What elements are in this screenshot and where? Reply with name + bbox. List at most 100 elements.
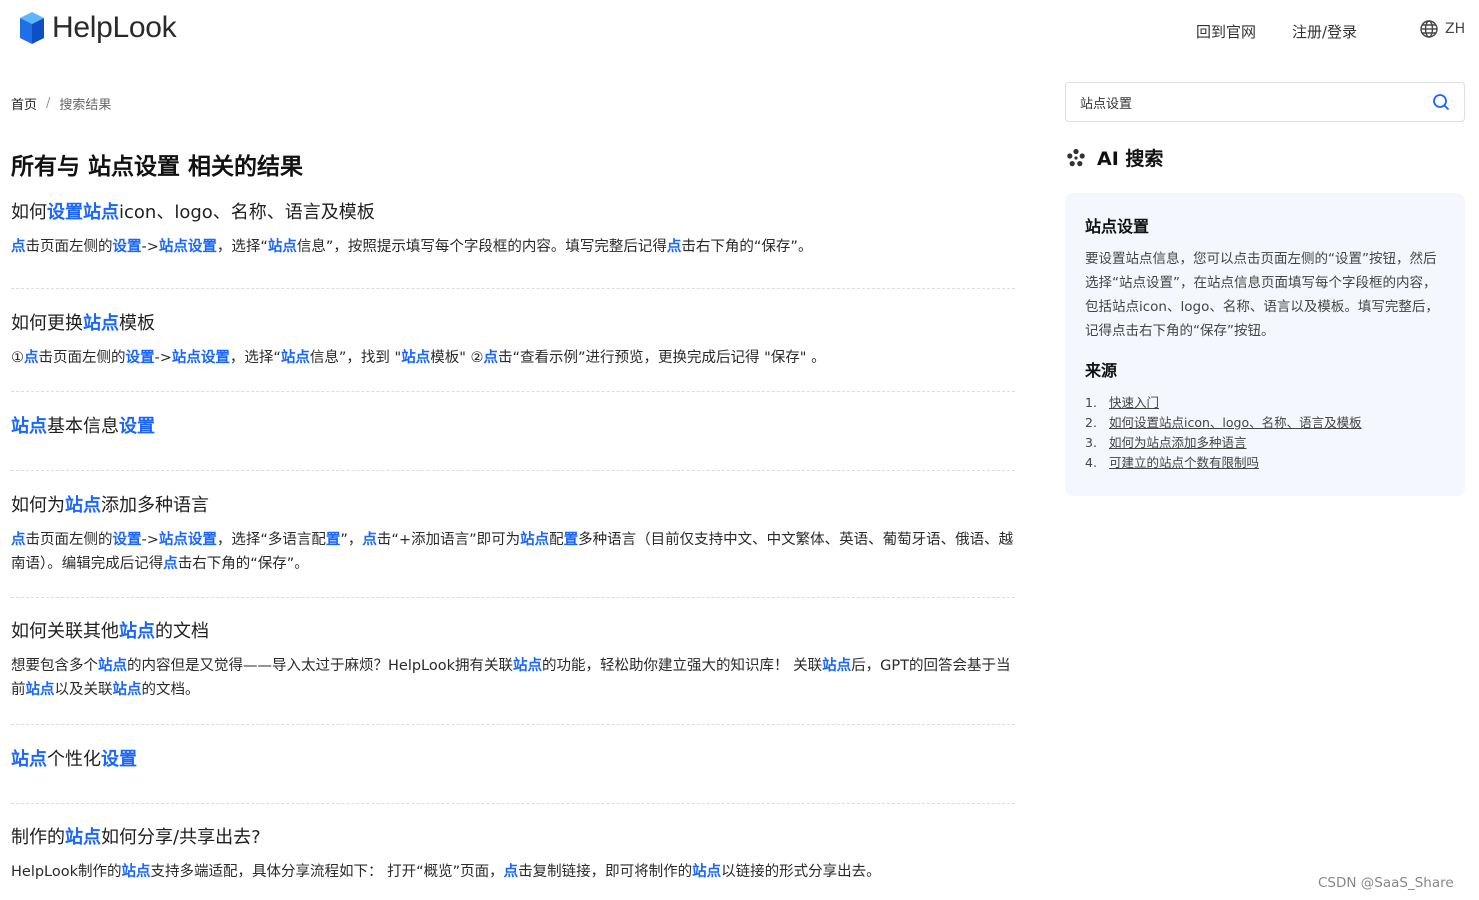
text-segment: 如何为 (11, 495, 65, 516)
text-segment: ，选择“ (216, 239, 268, 255)
keyword-highlight: 站点 (25, 682, 55, 698)
keyword-highlight: 置 (563, 532, 579, 548)
keyword-highlight: 站点 (11, 416, 47, 437)
source-item: 2. 如何设置站点icon、logo、名称、语言及模板 (1085, 413, 1445, 433)
source-link[interactable]: 如何设置站点icon、logo、名称、语言及模板 (1109, 413, 1362, 433)
text-segment: 击页面左侧的 (38, 350, 126, 366)
result-snippet: 点击页面左侧的设置->站点设置，选择“站点信息”，按照提示填写每个字段框的内容。… (11, 235, 1015, 259)
keyword-highlight: 站点 (83, 313, 119, 334)
ai-search-heading: AI 搜索 (1066, 144, 1163, 171)
keyword-highlight: 点 (483, 350, 498, 366)
nav-back-to-site[interactable]: 回到官网 (1196, 21, 1256, 42)
source-link[interactable]: 可建立的站点个数有限制吗 (1109, 453, 1259, 473)
nav-register-login[interactable]: 注册/登录 (1292, 21, 1357, 42)
source-item: 4. 可建立的站点个数有限制吗 (1085, 453, 1445, 473)
text-segment: 模板" ② (430, 350, 484, 366)
helplook-logo[interactable]: HelpLook (18, 10, 177, 46)
globe-icon (1420, 20, 1438, 38)
result-snippet: 点击页面左侧的设置->站点设置，选择“多语言配置”，点击“+添加语言”即可为站点… (11, 528, 1015, 576)
text-segment: -> (141, 239, 159, 255)
text-segment: 支持多端适配，具体分享流程如下： 打开“概览”页面， (150, 864, 504, 880)
text-segment: 击页面左侧的 (25, 532, 113, 548)
breadcrumb-separator: / (46, 96, 51, 111)
text-segment: HelpLook制作的 (11, 864, 122, 880)
text-segment: 如何更换 (11, 313, 83, 334)
keyword-highlight: 置 (325, 532, 341, 548)
result-item[interactable]: 如何更换站点模板 ①点击页面左侧的设置->站点设置，选择“站点信息”，找到 "站… (11, 289, 1015, 392)
text-segment: 如何 (11, 202, 47, 223)
text-segment: 的内容但是又觉得——导入太过于麻烦？HelpLook拥有关联 (127, 658, 514, 674)
result-title[interactable]: 站点个性化设置 (11, 747, 1015, 773)
top-header: HelpLook 回到官网 注册/登录 ZH (0, 0, 1479, 62)
text-segment: ，选择“多语言配 (216, 532, 326, 548)
keyword-highlight: 站点 (98, 658, 127, 674)
text-segment: icon、logo、名称、语言及模板 (119, 202, 375, 223)
keyword-highlight: 站点 (822, 658, 852, 674)
keyword-highlight: 站点 (513, 658, 543, 674)
search-icon[interactable] (1432, 93, 1450, 111)
keyword-highlight: 站点设置 (158, 532, 217, 548)
keyword-highlight: 站点 (520, 532, 550, 548)
ai-sparkle-icon (1067, 148, 1085, 166)
keyword-highlight: 站点 (267, 239, 297, 255)
text-segment: 配 (549, 532, 564, 548)
text-segment: 击右下角的“保存”。 (681, 239, 813, 255)
source-item: 1. 快速入门 (1085, 393, 1445, 413)
text-segment: 击复制链接，即可将制作的 (518, 864, 693, 880)
keyword-highlight: 站点 (121, 864, 151, 880)
text-segment: 想要包含多个 (11, 658, 98, 674)
result-item[interactable]: 如何为站点添加多种语言 点击页面左侧的设置->站点设置，选择“多语言配置”，点击… (11, 471, 1015, 598)
text-segment: 信息”，找到 " (309, 350, 402, 366)
text-segment: 如何分享/共享出去? (101, 827, 261, 848)
result-title[interactable]: 如何更换站点模板 (11, 311, 1015, 337)
keyword-highlight: 设置 (112, 239, 142, 255)
search-box[interactable] (1065, 82, 1465, 122)
source-link[interactable]: 快速入门 (1109, 393, 1159, 413)
text-segment: 击“查看示例”进行预览，更换完成后记得 "保存" 。 (497, 350, 826, 366)
text-segment: 的文档 (155, 621, 209, 642)
text-segment: 击“+添加语言”即可为 (376, 532, 521, 548)
keyword-highlight: 设置站点 (47, 202, 119, 223)
result-title[interactable]: 如何为站点添加多种语言 (11, 493, 1015, 519)
page-title: 所有与 站点设置 相关的结果 (11, 154, 304, 180)
result-title[interactable]: 如何关联其他站点的文档 (11, 619, 1015, 645)
breadcrumb-home[interactable]: 首页 (11, 94, 37, 113)
keyword-highlight: 站点 (692, 864, 722, 880)
keyword-highlight: 站点 (11, 749, 47, 770)
watermark: CSDN @SaaS_Share (1318, 875, 1454, 891)
result-item[interactable]: 制作的站点如何分享/共享出去? HelpLook制作的站点支持多端适配，具体分享… (11, 804, 1015, 894)
search-input[interactable] (1080, 94, 1432, 110)
ai-answer-title: 站点设置 (1085, 217, 1150, 236)
result-title[interactable]: 站点基本信息设置 (11, 414, 1015, 440)
keyword-highlight: 站点 (65, 827, 101, 848)
result-title[interactable]: 制作的站点如何分享/共享出去? (11, 825, 1015, 851)
result-item[interactable]: 如何设置站点icon、logo、名称、语言及模板 点击页面左侧的设置->站点设置… (11, 200, 1015, 289)
text-segment: 个性化 (47, 749, 101, 770)
keyword-highlight: 点 (666, 239, 682, 255)
sources-title: 来源 (1085, 361, 1118, 380)
result-snippet: HelpLook制作的站点支持多端适配，具体分享流程如下： 打开“概览”页面，点… (11, 860, 1015, 884)
sources-list: 1. 快速入门 2. 如何设置站点icon、logo、名称、语言及模板 3. 如何为站… (1085, 393, 1445, 473)
source-link[interactable]: 如何为站点添加多种语言 (1109, 433, 1247, 453)
text-segment: 击右下角的“保存”。 (177, 556, 309, 572)
text-segment: ① (11, 350, 24, 366)
language-label: ZH (1445, 21, 1466, 37)
keyword-highlight: 站点设置 (158, 239, 217, 255)
text-segment: 模板 (119, 313, 155, 334)
keyword-highlight: 站点 (119, 621, 155, 642)
keyword-highlight: 点 (163, 556, 178, 572)
language-switcher[interactable]: ZH (1419, 19, 1465, 39)
keyword-highlight: 点 (362, 532, 377, 548)
ai-search-title: AI 搜索 (1097, 148, 1164, 170)
text-segment: 基本信息 (47, 416, 119, 437)
keyword-highlight: 设置 (101, 749, 137, 770)
breadcrumb-current: 搜索结果 (59, 98, 112, 113)
keyword-highlight: 点 (11, 239, 26, 255)
text-segment: -> (141, 532, 159, 548)
result-item[interactable]: 站点个性化设置 (11, 725, 1015, 804)
result-snippet: 想要包含多个站点的内容但是又觉得——导入太过于麻烦？HelpLook拥有关联站点… (11, 654, 1015, 702)
text-segment: ”， (340, 532, 363, 548)
result-title[interactable]: 如何设置站点icon、logo、名称、语言及模板 (11, 200, 1015, 226)
result-item[interactable]: 如何关联其他站点的文档 想要包含多个站点的内容但是又觉得——导入太过于麻烦？He… (11, 598, 1015, 725)
result-item[interactable]: 站点基本信息设置 (11, 392, 1015, 471)
